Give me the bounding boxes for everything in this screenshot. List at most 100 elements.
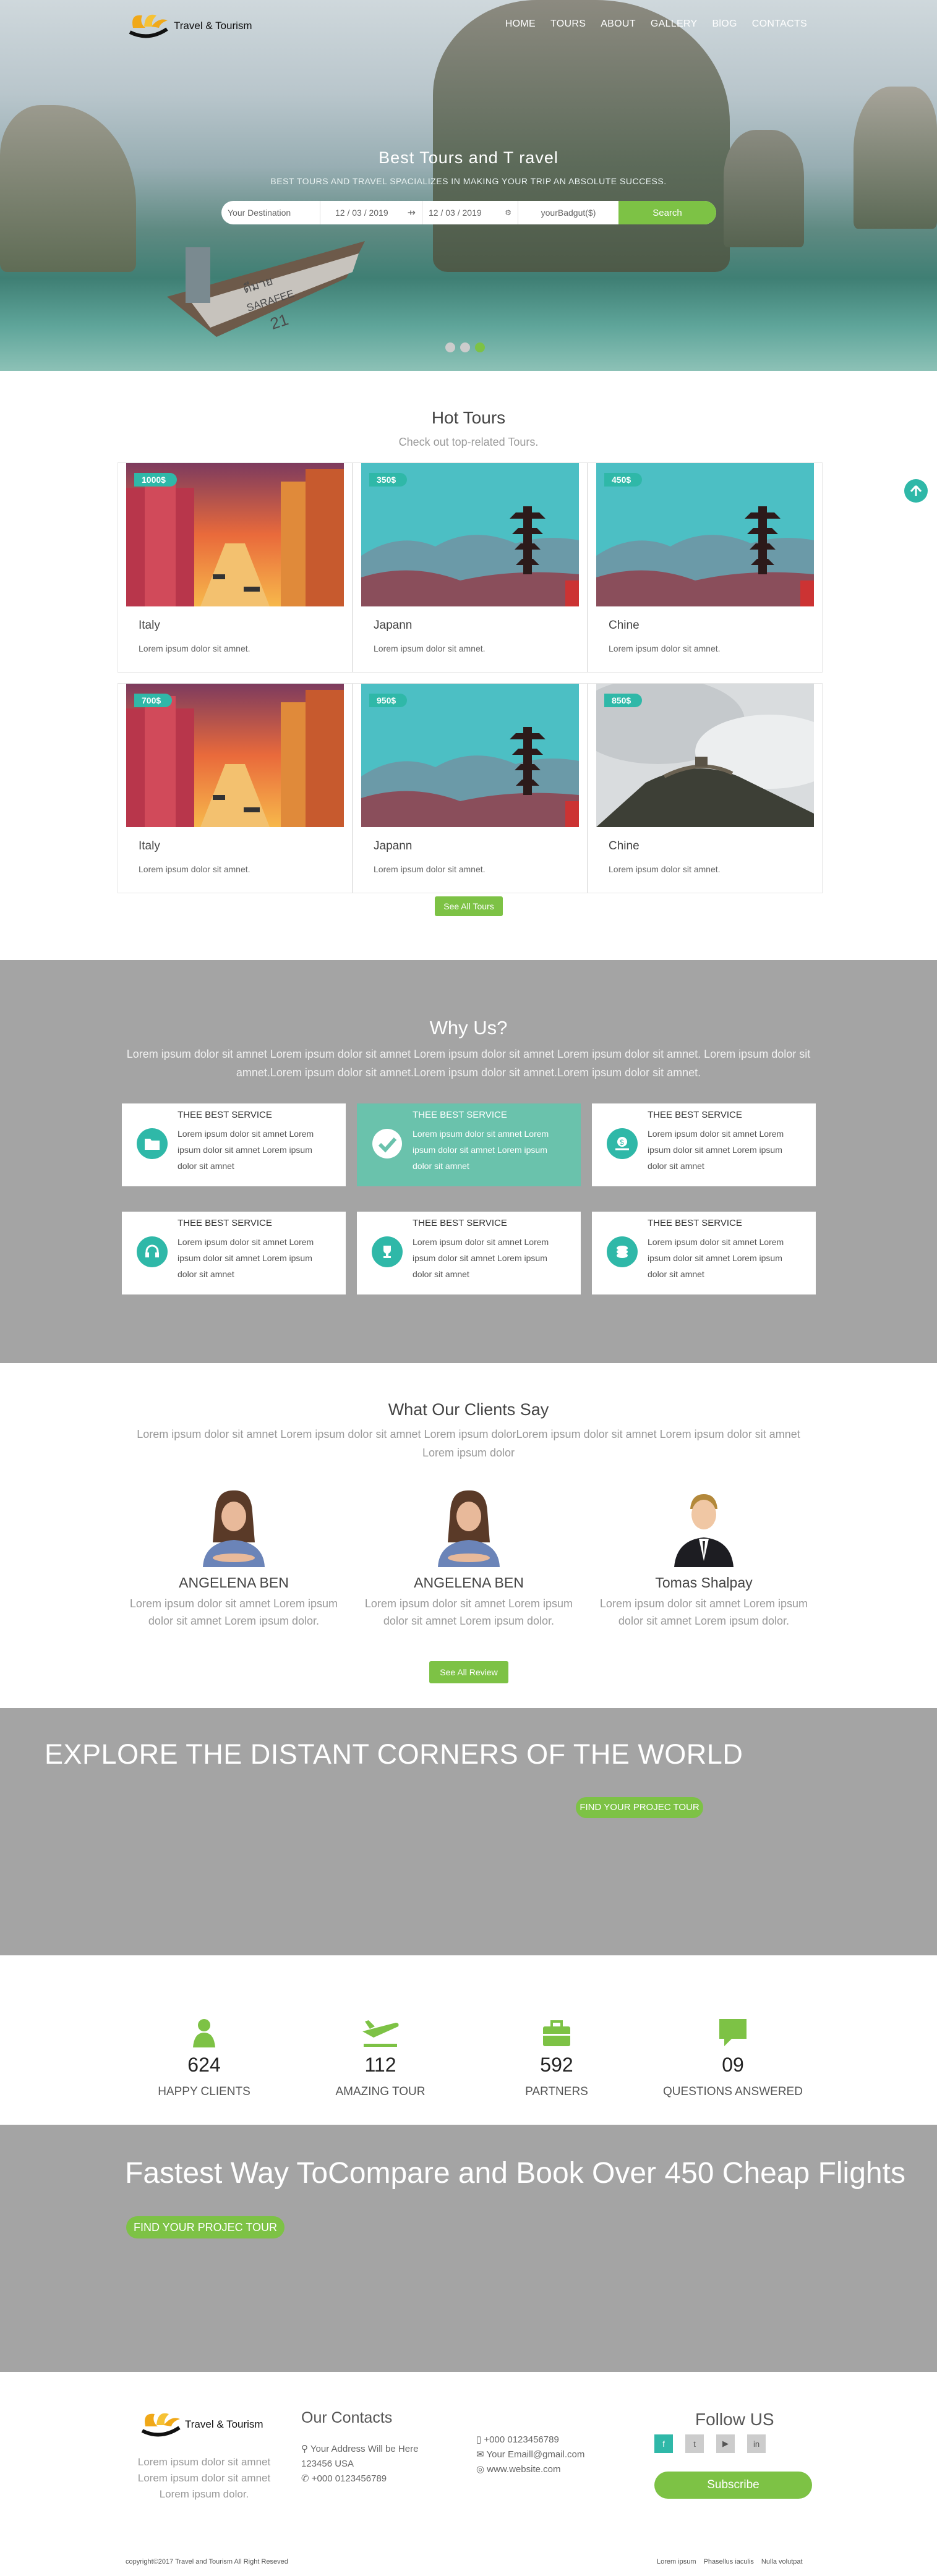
avatar — [433, 1487, 505, 1567]
envelope-icon: ✉ — [476, 2449, 487, 2460]
subscribe-button[interactable]: Subscribe — [654, 2472, 812, 2499]
stat-label: QUESTIONS ANSWERED — [663, 2085, 803, 2098]
flights-title: Fastest Way ToCompare and Book Over 450 … — [125, 2157, 905, 2190]
see-all-review-button[interactable]: See All Review — [429, 1661, 508, 1683]
nav-gallery[interactable]: GALLERY — [651, 19, 698, 30]
date-from-input[interactable]: 12 / 03 / 2019 ⇸ — [320, 201, 422, 224]
service-card[interactable]: THEE BEST SERVICE Lorem ipsum dolor sit a… — [592, 1212, 816, 1294]
footer-address: ⚲ Your Address Will be Here 123456 USA — [301, 2442, 425, 2472]
footer-links: Lorem ipsum Phasellus iaculis Nulla volu… — [657, 2558, 803, 2565]
scroll-top-button[interactable] — [904, 479, 928, 503]
hero-banner: ดีมาย SARAFEE 21 Travel & Tourism HOME T… — [0, 0, 937, 371]
tour-card[interactable]: 950$ Japann Lorem ipsum dolor sit amnet. — [353, 683, 588, 893]
tour-name[interactable]: Japann — [374, 840, 412, 853]
arrow-up-icon — [910, 485, 922, 496]
budget-input[interactable]: yourBadgut($) — [518, 201, 618, 224]
footer-logo[interactable]: Travel & Tourism — [139, 2406, 275, 2443]
date-to-input[interactable]: 12 / 03 / 2019 ⚙ — [422, 201, 518, 224]
footer-link-1[interactable]: Lorem ipsum — [657, 2558, 696, 2565]
logo[interactable]: Travel & Tourism — [127, 7, 288, 45]
nav-tours[interactable]: TOURS — [550, 19, 586, 30]
footer-phone-2-text: +000 0123456789 — [484, 2434, 559, 2445]
slider-dot-3[interactable] — [475, 342, 485, 352]
facebook-icon[interactable]: f — [654, 2434, 673, 2453]
twitter-icon[interactable]: t — [685, 2434, 704, 2453]
service-card[interactable]: THEE BEST SERVICE Lorem ipsum dolor sit a… — [122, 1212, 346, 1294]
flights-find-tour-button[interactable]: FIND YOUR PROJEC TOUR — [126, 2216, 285, 2238]
tour-card[interactable]: 450$ Chine Lorem ipsum dolor sit amnet. — [588, 462, 823, 673]
footer-address-text: Your Address Will be Here 123456 USA — [301, 2444, 419, 2469]
chat-icon — [652, 2015, 813, 2047]
footer-phone-2: ▯ +000 0123456789 — [476, 2433, 612, 2447]
map-pin-icon: ⚲ — [301, 2444, 310, 2454]
tour-card[interactable]: 1000$ Italy Lorem ipsum dolor sit amnet. — [118, 462, 353, 673]
price-badge: 450$ — [604, 473, 643, 487]
footer-link-2[interactable]: Phasellus iaculis — [704, 2558, 754, 2565]
service-card[interactable]: THEE BEST SERVICE Lorem ipsum dolor sit a… — [122, 1103, 346, 1186]
tour-desc: Lorem ipsum dolor sit amnet. — [374, 644, 486, 653]
nav-home[interactable]: HOME — [505, 19, 536, 30]
search-button[interactable]: Search — [618, 201, 716, 224]
service-title: THEE BEST SERVICE — [648, 1218, 742, 1228]
youtube-icon[interactable]: ▶ — [716, 2434, 735, 2453]
stat-label: PARTNERS — [525, 2085, 588, 2098]
check-circle-icon — [372, 1128, 403, 1159]
destination-input[interactable]: Your Destination — [221, 201, 320, 224]
coins-icon — [607, 1236, 638, 1267]
tour-card[interactable]: 350$ Japann Lorem ipsum dolor sit amnet. — [353, 462, 588, 673]
hot-tours-subtitle: Check out top-related Tours. — [398, 436, 539, 448]
service-desc: Lorem ipsum dolor sit amnet Lorem ipsum … — [648, 1237, 784, 1279]
tour-card[interactable]: 700$ Italy Lorem ipsum dolor sit amnet. — [118, 683, 353, 893]
stat-item: 624 HAPPY CLIENTS — [124, 2015, 285, 2099]
slider-dot-1[interactable] — [445, 342, 455, 352]
briefcase-icon — [476, 2015, 637, 2047]
boat-image: ดีมาย SARAFEE 21 — [167, 241, 365, 337]
logo-icon — [129, 14, 168, 38]
service-card[interactable]: $ THEE BEST SERVICE Lorem ipsum dolor sit … — [592, 1103, 816, 1186]
nav-about[interactable]: ABOUT — [601, 19, 636, 30]
clients-text: Lorem ipsum dolor sit amnet Lorem ipsum … — [137, 1428, 800, 1459]
logo-text: Travel & Tourism — [174, 20, 252, 32]
money-hand-icon: $ — [607, 1128, 638, 1159]
nav-blog[interactable]: BlOG — [712, 19, 737, 30]
stat-item: 592 PARTNERS — [476, 2015, 637, 2099]
copyright: copyright©2017 Travel and Tourism All Ri… — [126, 2558, 288, 2565]
footer-website[interactable]: ◎ www.website.com — [476, 2462, 612, 2477]
slider-dot-2[interactable] — [460, 342, 470, 352]
tour-desc: Lorem ipsum dolor sit amnet. — [609, 644, 721, 653]
testimonial: ANGELENA BEN Lorem ipsum dolor sit amnet … — [122, 1487, 345, 1630]
service-title: THEE BEST SERVICE — [413, 1110, 507, 1120]
user-icon — [124, 2015, 285, 2047]
tour-name[interactable]: Chine — [609, 619, 640, 632]
price-badge: 700$ — [134, 694, 173, 707]
footer-email[interactable]: ✉ Your Emaill@gmail.com — [476, 2447, 612, 2462]
footer-contacts-title: Our Contacts — [301, 2409, 393, 2426]
tour-card[interactable]: 850$ Chine Lorem ipsum dolor sit amnet. — [588, 683, 823, 893]
service-desc: Lorem ipsum dolor sit amnet Lorem ipsum … — [178, 1237, 314, 1279]
client-name: ANGELENA BEN — [414, 1575, 524, 1591]
why-us-text: Lorem ipsum dolor sit amnet Lorem ipsum … — [126, 1048, 811, 1079]
footer-contacts-col2: ▯ +000 0123456789 ✉ Your Emaill@gmail.co… — [476, 2433, 612, 2477]
tour-desc: Lorem ipsum dolor sit amnet. — [139, 644, 250, 653]
stat-number: 09 — [722, 2054, 744, 2076]
linkedin-icon[interactable]: in — [747, 2434, 766, 2453]
footer-link-3[interactable]: Nulla volutpat — [761, 2558, 803, 2565]
footer-about: Lorem ipsum dolor sit amnet Lorem ipsum … — [137, 2456, 271, 2500]
footer-email-text: Your Emaill@gmail.com — [486, 2449, 585, 2460]
nav-contacts[interactable]: CONTACTS — [752, 19, 807, 30]
tour-name[interactable]: Japann — [374, 619, 412, 632]
see-all-tours-button[interactable]: See All Tours — [435, 896, 503, 916]
testimonial: Tomas Shalpay Lorem ipsum dolor sit amnet… — [593, 1487, 815, 1630]
stat-item: 09 QUESTIONS ANSWERED — [652, 2015, 813, 2099]
service-card[interactable]: THEE BEST SERVICE Lorem ipsum dolor sit a… — [357, 1103, 581, 1186]
tour-name[interactable]: Italy — [139, 619, 160, 632]
main-nav: HOME TOURS ABOUT GALLERY BlOG CONTACTS — [505, 19, 807, 30]
tour-desc: Lorem ipsum dolor sit amnet. — [609, 864, 721, 874]
explore-find-tour-button[interactable]: FIND YOUR PROJEC TOUR — [576, 1797, 703, 1818]
why-us-title: Why Us? — [429, 1017, 508, 1039]
service-card[interactable]: THEE BEST SERVICE Lorem ipsum dolor sit a… — [357, 1212, 581, 1294]
service-title: THEE BEST SERVICE — [648, 1110, 742, 1120]
tour-name[interactable]: Chine — [609, 840, 640, 853]
tour-name[interactable]: Italy — [139, 840, 160, 853]
calendar-icon: ⚙ — [505, 208, 511, 217]
